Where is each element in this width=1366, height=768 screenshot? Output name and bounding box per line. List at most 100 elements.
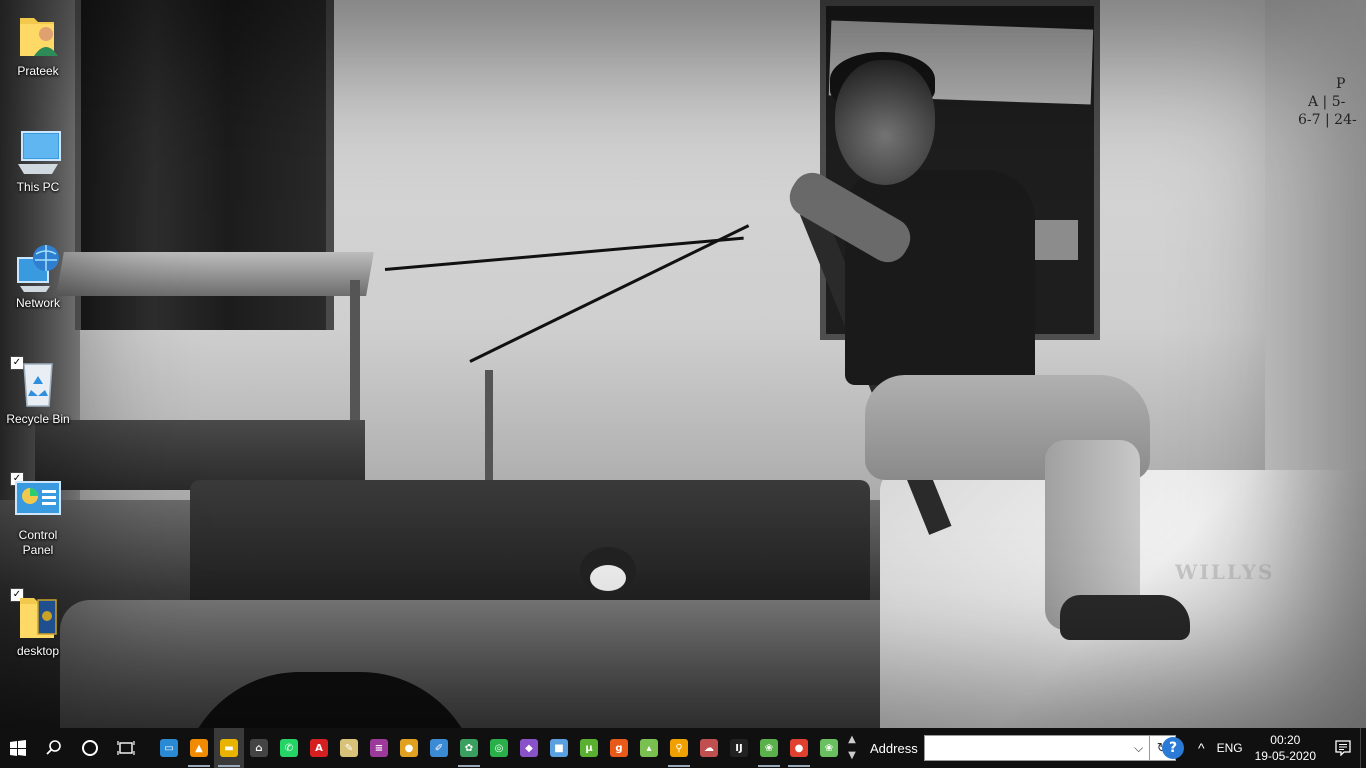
- jeep-badge: WILLYS: [1175, 560, 1275, 584]
- network-app-icon: ☁: [700, 739, 718, 757]
- taskbar-app-spring-tool[interactable]: ❀: [754, 728, 784, 768]
- taskbar-app-virtualbox[interactable]: ■: [544, 728, 574, 768]
- desktop-icon-recycle-bin[interactable]: ✓ Recycle Bin: [2, 356, 74, 427]
- taskbar-app-chrome[interactable]: ●: [394, 728, 424, 768]
- taskbar-app-home-app[interactable]: ⌂: [244, 728, 274, 768]
- toolbar-scroll[interactable]: ▲ ▼: [844, 728, 860, 768]
- paint-icon: ✐: [430, 739, 448, 757]
- spring-tool-icon-2: ❀: [820, 739, 838, 757]
- jeep-canopy: [56, 252, 374, 296]
- desktop-icon-label: desktop: [16, 644, 60, 658]
- search-app-icon: ⚲: [670, 739, 688, 757]
- help-icon[interactable]: ?: [1162, 737, 1185, 759]
- taskbar-app-intellij[interactable]: IJ: [724, 728, 754, 768]
- taskbar: ▭▲▬⌂✆A✎≡●✐✿◎◆■µg▴⚲☁IJ❀●❀ ▲ ▼ Address ⌵ ↻…: [0, 728, 1366, 768]
- clock-date: 19-05-2020: [1254, 749, 1316, 763]
- chrome-icon: ●: [400, 739, 418, 757]
- monitor-app-icon: ▭: [160, 739, 178, 757]
- taskbar-app-chrome[interactable]: ●: [784, 728, 814, 768]
- system-tray: ? ^ ENG 00:20 19-05-2020: [1162, 728, 1366, 768]
- notification-center-icon[interactable]: [1326, 728, 1360, 768]
- address-field[interactable]: ⌵: [923, 735, 1150, 761]
- canopy-pole-2: [485, 370, 493, 480]
- clock[interactable]: 00:20 19-05-2020: [1249, 732, 1326, 764]
- control-panel-icon: [14, 476, 62, 526]
- intellij-icon: IJ: [730, 739, 748, 757]
- pdf-reader-icon: A: [310, 739, 328, 757]
- taskbar-app-paint[interactable]: ✐: [424, 728, 454, 768]
- whatsapp-icon: ✆: [280, 739, 298, 757]
- desktop-icon-network[interactable]: Network: [2, 244, 74, 311]
- taskbar-app-search-app[interactable]: ⚲: [664, 728, 694, 768]
- visual-studio-icon: ◆: [520, 739, 538, 757]
- chalk-line-1: P: [1336, 76, 1346, 92]
- vlc-icon: ▲: [190, 739, 208, 757]
- pinned-apps: ▭ ▲ ▬ ⌂ ✆ A ✎ ≡ ● ✐ ✿ ◎ ◆ ■ µ g ▴ ⚲ ☁ IJ ❀ ● ❀: [154, 728, 844, 768]
- notepad-icon: ✎: [340, 739, 358, 757]
- desktop-icon-prateek[interactable]: Prateek: [2, 12, 74, 79]
- desktop-icon-desktop-folder[interactable]: ✓ desktop: [2, 588, 74, 659]
- person-torso: [845, 170, 1035, 385]
- taskbar-app-refresh-app[interactable]: ◎: [484, 728, 514, 768]
- android-studio-icon: ▴: [640, 739, 658, 757]
- person-head: [835, 60, 935, 185]
- chalk-line-2: A | 5-: [1308, 94, 1346, 110]
- cortana-icon[interactable]: [72, 728, 108, 768]
- jeep-body: [60, 600, 940, 728]
- xampp-icon: ✿: [460, 739, 478, 757]
- virtualbox-icon: ■: [550, 739, 568, 757]
- dev-tool-icon: ≡: [370, 739, 388, 757]
- jeep-headlight: [590, 565, 626, 591]
- desktop-icon-label: Recycle Bin: [6, 412, 70, 426]
- taskbar-app-vlc[interactable]: ▲: [184, 728, 214, 768]
- chalk-line-3: 6-7 | 24-: [1298, 112, 1357, 128]
- desktop-icon-this-pc[interactable]: This PC: [2, 128, 74, 195]
- taskbar-app-pdf-reader[interactable]: A: [304, 728, 334, 768]
- desktop-icon-label: Prateek: [17, 64, 59, 78]
- taskbar-app-android-studio[interactable]: ▴: [634, 728, 664, 768]
- dropdown-chevron-icon[interactable]: ⌵: [1129, 741, 1149, 756]
- task-view-icon[interactable]: [108, 728, 144, 768]
- input-language[interactable]: ENG: [1211, 741, 1249, 755]
- address-label: Address: [870, 740, 918, 756]
- taskbar-app-network-app[interactable]: ☁: [694, 728, 724, 768]
- taskbar-app-visual-studio[interactable]: ◆: [514, 728, 544, 768]
- user-folder-icon: [14, 12, 62, 62]
- folder-icon: [14, 592, 62, 642]
- taskbar-app-file-explorer[interactable]: ▬: [214, 728, 244, 768]
- taskbar-app-g-app[interactable]: g: [604, 728, 634, 768]
- chalk-writing: P A | 5- 6-7 | 24-: [1298, 75, 1357, 129]
- taskbar-app-spring-tool[interactable]: ❀: [814, 728, 844, 768]
- taskbar-app-dev-tool[interactable]: ≡: [364, 728, 394, 768]
- person-shoe: [1060, 595, 1190, 640]
- chevron-up-icon[interactable]: ▲: [848, 732, 856, 748]
- network-icon: [14, 244, 62, 294]
- address-input[interactable]: [924, 736, 1129, 760]
- taskbar-app-notepad[interactable]: ✎: [334, 728, 364, 768]
- refresh-app-icon: ◎: [490, 739, 508, 757]
- spring-tool-icon: ❀: [760, 739, 778, 757]
- taskbar-app-whatsapp[interactable]: ✆: [274, 728, 304, 768]
- show-hidden-icons-chevron[interactable]: ^: [1192, 740, 1211, 756]
- wooden-plank-small: [1030, 220, 1078, 260]
- desktop-icon-label: Network: [15, 296, 60, 310]
- utorrent-icon: µ: [580, 739, 598, 757]
- search-icon[interactable]: [36, 728, 72, 768]
- desktop-wallpaper: P A | 5- 6-7 | 24- WILLYS: [0, 0, 1366, 728]
- recycle-bin-icon: [14, 360, 62, 410]
- wire-2: [469, 224, 750, 363]
- home-app-icon: ⌂: [250, 739, 268, 757]
- file-explorer-icon: ▬: [220, 739, 238, 757]
- taskbar-app-utorrent[interactable]: µ: [574, 728, 604, 768]
- show-desktop-button[interactable]: [1360, 728, 1366, 768]
- desktop-icon-control-panel[interactable]: ✓ Control Panel: [2, 472, 74, 558]
- computer-icon: [14, 128, 62, 178]
- windows-start-icon[interactable]: [0, 728, 36, 768]
- taskbar-app-xampp[interactable]: ✿: [454, 728, 484, 768]
- desktop-icon-label: This PC: [16, 180, 60, 194]
- chevron-down-icon[interactable]: ▼: [848, 748, 856, 764]
- taskbar-app-monitor-app[interactable]: ▭: [154, 728, 184, 768]
- clock-time: 00:20: [1270, 733, 1301, 747]
- chrome-icon-2: ●: [790, 739, 808, 757]
- desktop-icon-label: Control Panel: [18, 528, 58, 557]
